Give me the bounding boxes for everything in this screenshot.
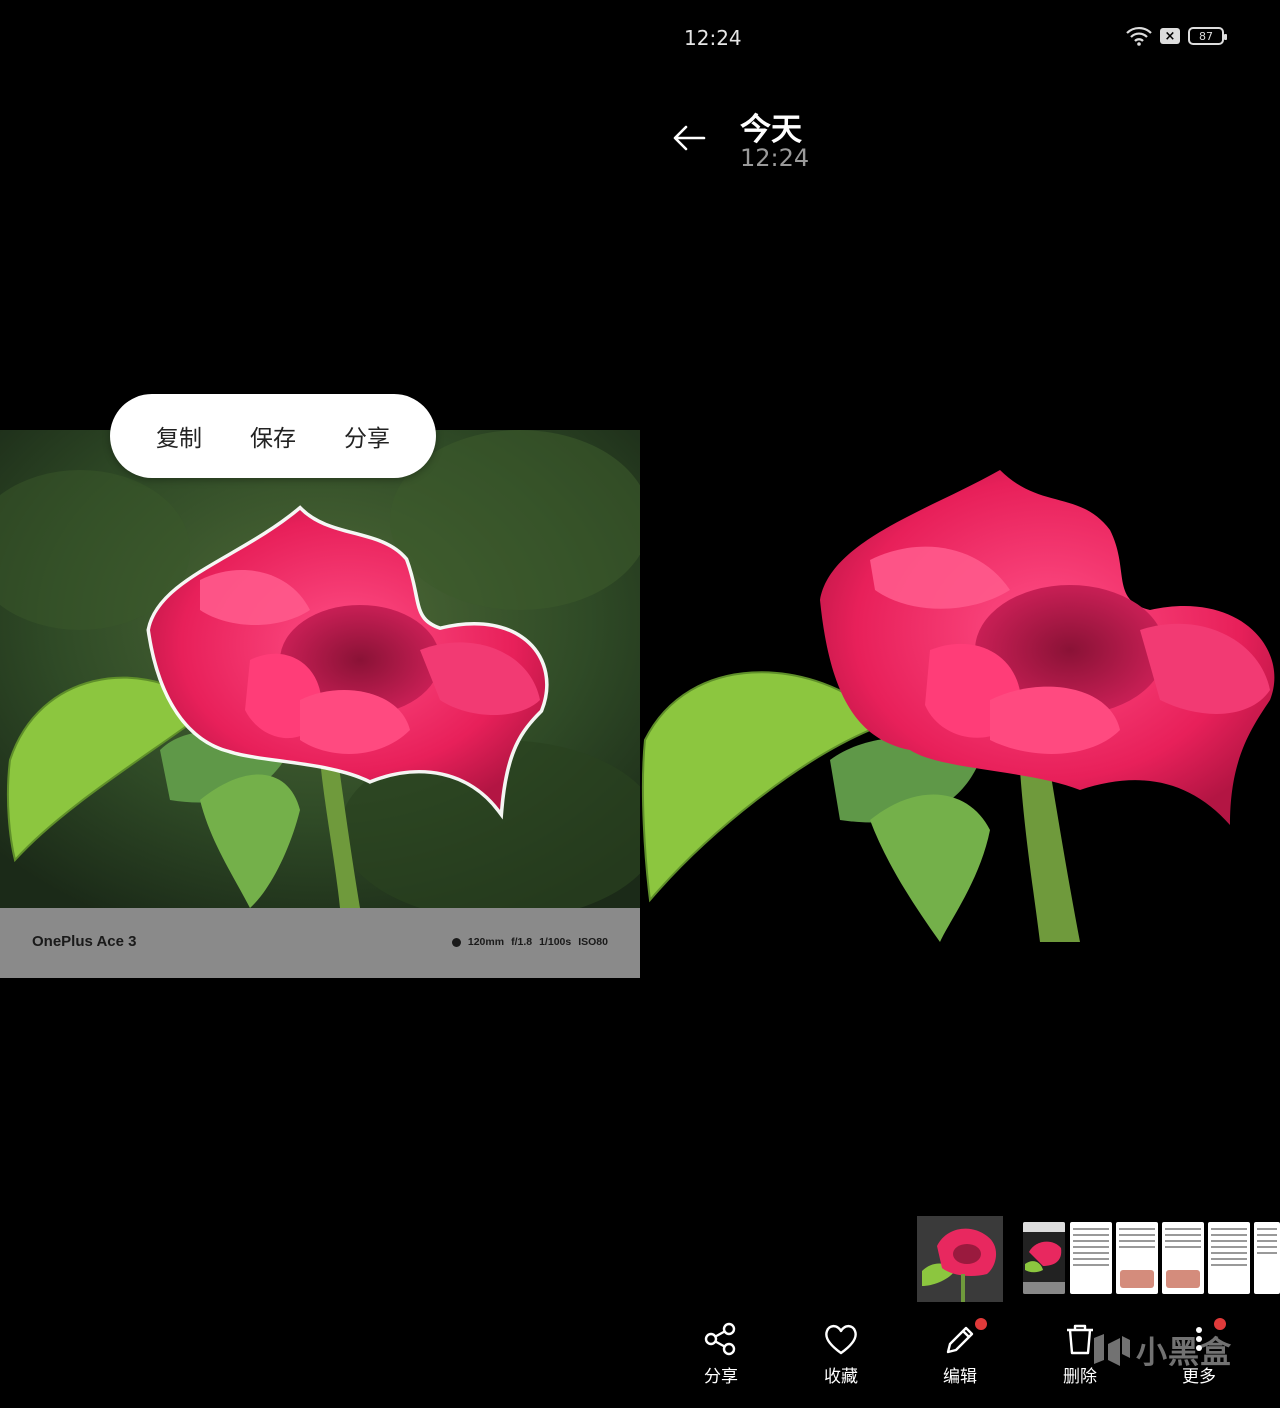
rose-cutout-image	[641, 470, 1275, 942]
page-title: 今天	[740, 112, 802, 148]
lens-dot-icon	[451, 937, 461, 947]
status-time: 12:24	[684, 26, 742, 50]
camera-model-label: OnePlus Ace 3	[32, 933, 137, 950]
thumbnail-strip	[917, 1216, 1280, 1302]
toolbar-favorite-button[interactable]: 收藏	[801, 1322, 881, 1387]
share-icon	[704, 1322, 736, 1356]
edit-label: 编辑	[943, 1367, 977, 1387]
share-button[interactable]: 分享	[344, 419, 390, 453]
thumbnail-item[interactable]	[1116, 1222, 1158, 1294]
no-sim-icon: ×	[1160, 28, 1180, 44]
toolbar-edit-button[interactable]: 编辑	[920, 1318, 1000, 1387]
subject-popup-menu: 复制 保存 分享	[110, 394, 436, 478]
text-lines	[1257, 1228, 1277, 1258]
text-lines	[1073, 1228, 1109, 1270]
page-subtitle-time: 12:24	[740, 144, 810, 172]
thumbnail-item[interactable]	[1070, 1222, 1112, 1294]
status-icons: × 87	[1126, 26, 1227, 46]
text-lines	[1119, 1228, 1155, 1252]
text-lines	[1211, 1228, 1247, 1270]
favorite-label: 收藏	[824, 1367, 858, 1387]
aperture: f/1.8	[511, 936, 533, 948]
edit-badge-dot	[975, 1318, 987, 1330]
text-lines	[1165, 1228, 1201, 1252]
brand-watermark: 小黑盒	[1090, 1327, 1232, 1372]
copy-button[interactable]: 复制	[156, 419, 202, 453]
brand-watermark-text: 小黑盒	[1136, 1335, 1232, 1371]
heart-icon	[825, 1324, 857, 1355]
cutout-image[interactable]	[640, 440, 1280, 960]
rose-thumbnail-image	[917, 1216, 1003, 1302]
face-image	[1120, 1270, 1154, 1288]
camera-params: 120mm f/1.8 1/100s ISO80	[451, 936, 608, 948]
share-label: 分享	[704, 1367, 738, 1387]
source-photo[interactable]: OnePlus Ace 3 120mm f/1.8 1/100s ISO80	[0, 430, 640, 978]
iso: ISO80	[578, 936, 608, 948]
rose-photo-image	[0, 430, 640, 908]
back-button[interactable]	[670, 118, 710, 158]
thumbnail-item[interactable]	[1208, 1222, 1250, 1294]
rose-screenshot-thumbnail	[1023, 1222, 1065, 1294]
face-image	[1166, 1270, 1200, 1288]
photo-watermark-bar: OnePlus Ace 3 120mm f/1.8 1/100s ISO80	[0, 908, 640, 978]
battery-level: 87	[1199, 29, 1213, 43]
battery-icon: 87	[1188, 27, 1227, 45]
thumbnail-item[interactable]	[1023, 1222, 1065, 1294]
shutter-speed: 1/100s	[539, 936, 572, 948]
thumbnail-item[interactable]	[1162, 1222, 1204, 1294]
focal-length: 120mm	[467, 936, 505, 948]
toolbar-share-button[interactable]: 分享	[681, 1322, 761, 1387]
brand-logo-icon	[1094, 1333, 1130, 1366]
pencil-icon	[946, 1326, 974, 1354]
wifi-icon	[1126, 26, 1152, 46]
save-button[interactable]: 保存	[250, 419, 296, 453]
thumbnail-item[interactable]	[1254, 1222, 1280, 1294]
arrow-left-icon	[673, 125, 706, 151]
thumbnail-current[interactable]	[917, 1216, 1003, 1302]
